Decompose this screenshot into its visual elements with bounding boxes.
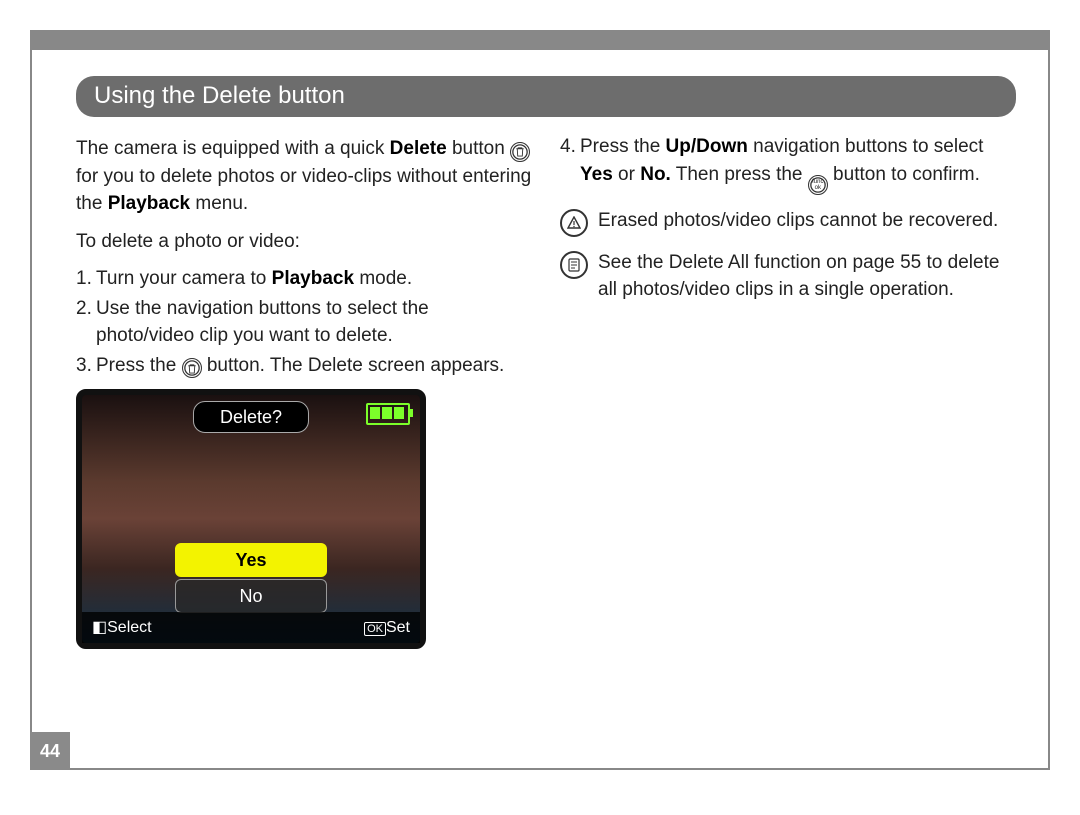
note-icon (560, 251, 588, 279)
step-text: Turn your camera to Playback mode. (96, 265, 532, 293)
step-number: 3. (76, 352, 96, 380)
text: Then press the (671, 164, 808, 185)
text: mode. (354, 268, 412, 289)
trash-icon (182, 358, 202, 378)
step-1: 1. Turn your camera to Playback mode. (76, 265, 532, 293)
warning-icon (560, 209, 588, 237)
lcd-option-yes: Yes (175, 543, 327, 577)
ok-badge: OK (364, 622, 386, 636)
bold-no: No. (640, 164, 671, 185)
battery-icon (366, 403, 410, 425)
section-heading: Using the Delete button (76, 76, 1016, 117)
text: Select (107, 619, 151, 636)
intro-paragraph: The camera is equipped with a quick Dele… (76, 135, 532, 218)
text: Turn your camera to (96, 268, 272, 289)
lcd-option-no: No (175, 579, 327, 613)
func-ok-icon: funcok (808, 175, 828, 195)
bold-playback: Playback (272, 268, 354, 289)
trash-icon (510, 142, 530, 162)
camera-lcd-screenshot: Delete? Yes No ◧Select OKSet (76, 389, 426, 649)
step-text: Use the navigation buttons to select the… (96, 295, 532, 350)
text: button to confirm. (828, 164, 980, 185)
lcd-footer: ◧Select OKSet (82, 612, 420, 643)
text: menu. (190, 193, 248, 214)
text: Press the (580, 136, 666, 157)
warning-note: Erased photos/video clips cannot be reco… (560, 207, 1016, 237)
bold-updown: Up/Down (666, 136, 748, 157)
text: The camera is equipped with a quick (76, 138, 390, 159)
warning-text: Erased photos/video clips cannot be reco… (598, 207, 1016, 237)
text: button. The Delete screen appears. (202, 355, 505, 376)
lcd-title: Delete? (193, 401, 309, 433)
bold-delete: Delete (390, 138, 447, 159)
step-number: 4. (560, 133, 580, 195)
page-content: Using the Delete button The camera is eq… (32, 50, 1048, 649)
text: Press the (96, 355, 182, 376)
step-2: 2. Use the navigation buttons to select … (76, 295, 532, 350)
right-column: 4. Press the Up/Down navigation buttons … (560, 131, 1016, 649)
manual-page: Using the Delete button The camera is eq… (30, 30, 1050, 770)
page-number: 44 (30, 732, 70, 770)
text: or (613, 164, 640, 185)
lcd-select-hint: ◧Select (92, 616, 152, 639)
step-number: 2. (76, 295, 96, 350)
header-stripe (32, 32, 1048, 50)
sub-heading: To delete a photo or video: (76, 228, 532, 256)
bold-yes: Yes (580, 164, 613, 185)
left-column: The camera is equipped with a quick Dele… (76, 131, 532, 649)
bold-playback: Playback (108, 193, 190, 214)
text: navigation buttons to select (748, 136, 984, 157)
step-text: Press the button. The Delete screen appe… (96, 352, 532, 380)
info-note: See the Delete All function on page 55 t… (560, 249, 1016, 304)
lcd-set-hint: OKSet (364, 616, 410, 639)
step-3: 3. Press the button. The Delete screen a… (76, 352, 532, 380)
step-4: 4. Press the Up/Down navigation buttons … (560, 133, 1016, 195)
text: Set (386, 619, 410, 636)
step-number: 1. (76, 265, 96, 293)
info-text: See the Delete All function on page 55 t… (598, 249, 1016, 304)
text: button (447, 138, 510, 159)
step-text: Press the Up/Down navigation buttons to … (580, 133, 1016, 195)
